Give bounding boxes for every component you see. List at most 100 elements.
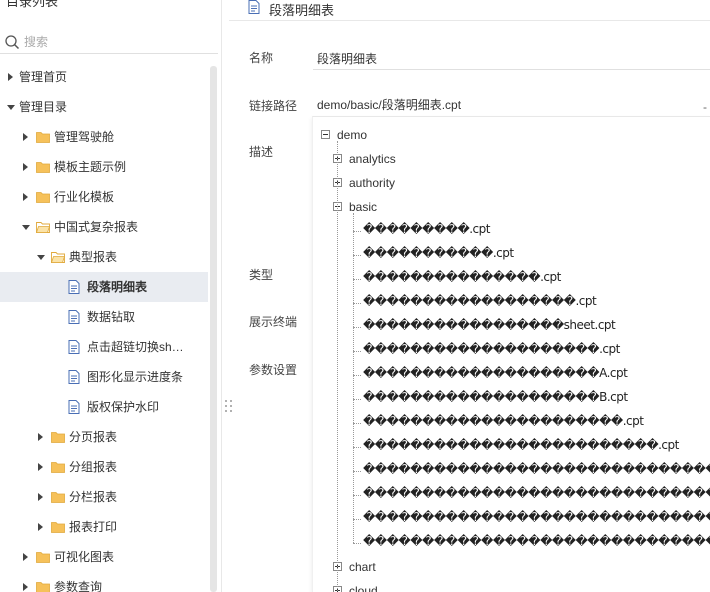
tree-item-label: 典型报表	[69, 250, 118, 264]
tree-item[interactable]: 段落明细表	[0, 272, 208, 302]
tree-item-label: 可视化图表	[54, 550, 115, 564]
folder-icon	[51, 462, 65, 473]
tree-item-label: 中国式复杂报表	[54, 220, 139, 234]
search-input[interactable]	[24, 32, 214, 52]
tree-node-file[interactable]: ��������������������A.cpt	[363, 366, 628, 380]
caret-right-icon[interactable]	[23, 163, 28, 171]
tree-item[interactable]: 点击超链切换sh…	[0, 332, 208, 362]
tree-node-folder[interactable]: chart	[349, 558, 376, 576]
tree-item[interactable]: 管理目录	[0, 92, 208, 122]
tree-connector-line	[353, 255, 361, 256]
tree-connector-line	[353, 423, 361, 424]
tree-item[interactable]: 分组报表	[0, 452, 208, 482]
tree-node-file[interactable]: ������������������������������	[363, 534, 710, 548]
main-header: 段落明细表	[229, 0, 710, 21]
tree-item[interactable]: 参数查询	[0, 572, 208, 592]
tree-connector-line	[353, 375, 361, 376]
tree-item[interactable]: 中国式复杂报表	[0, 212, 208, 242]
tree-node-file[interactable]: ���������������.cpt	[363, 270, 561, 284]
tree-item-label: 模板主题示例	[54, 160, 127, 174]
tree-item-label: 管理目录	[19, 100, 68, 114]
tree-connector-line	[353, 351, 361, 352]
tree-connector-line	[353, 303, 361, 304]
tree-item-label: 参数查询	[54, 580, 103, 592]
tree-item[interactable]: 行业化模板	[0, 182, 208, 212]
tree-item[interactable]: 管理驾驶舱	[0, 122, 208, 152]
caret-right-icon[interactable]	[38, 433, 43, 441]
tree-node-file[interactable]: �����������������sheet.cpt	[363, 318, 616, 332]
tree-item-label: 报表打印	[69, 520, 118, 534]
caret-right-icon[interactable]	[8, 73, 13, 81]
tree-node-file[interactable]: ����������������������.cpt	[363, 414, 644, 428]
tree-item[interactable]: 典型报表	[0, 242, 208, 272]
sidebar-header: 目录列表 ···	[0, 0, 221, 13]
tree-connector-line	[337, 141, 338, 592]
tree-node-file[interactable]: ������������������������������	[363, 510, 710, 524]
caret-right-icon[interactable]	[23, 583, 28, 591]
report-file-icon	[68, 400, 80, 414]
caret-right-icon[interactable]	[23, 553, 28, 561]
tree-item[interactable]: 报表打印	[0, 512, 208, 542]
parameter-label: 参数设置	[249, 363, 298, 377]
tree-item[interactable]: 分页报表	[0, 422, 208, 452]
tree-node-file[interactable]: �������������������������.cpt	[363, 438, 679, 452]
tree-item[interactable]: 管理首页	[0, 62, 208, 92]
search-box[interactable]	[0, 30, 218, 54]
tree-connector-line	[353, 231, 361, 232]
caret-down-icon[interactable]	[37, 255, 45, 260]
caret-right-icon[interactable]	[38, 493, 43, 501]
tree-node-file[interactable]: ��������������������.cpt	[363, 342, 620, 356]
tree-connector-line	[353, 519, 361, 520]
path-select[interactable]: demo/basic/段落明细表.cpt	[317, 96, 461, 113]
chevron-down-icon[interactable]: -	[703, 100, 707, 114]
tree-item-label: 管理驾驶舱	[54, 130, 115, 144]
tree-item[interactable]: 版权保护水印	[0, 392, 208, 422]
caret-right-icon[interactable]	[23, 133, 28, 141]
sidebar-scrollbar[interactable]	[210, 66, 217, 592]
caret-right-icon[interactable]	[38, 463, 43, 471]
path-label: 链接路径	[249, 99, 298, 113]
tree-item[interactable]: 分栏报表	[0, 482, 208, 512]
tree-node-file[interactable]: ��������������������B.cpt	[363, 390, 628, 404]
caret-down-icon[interactable]	[7, 105, 15, 110]
report-file-icon	[68, 280, 80, 294]
tree-node-folder[interactable]: authority	[349, 174, 395, 192]
tree-item-label: 行业化模板	[54, 190, 115, 204]
tree-node-file[interactable]: ������������������������������	[363, 486, 710, 500]
tree-connector-line	[353, 447, 361, 448]
tree-node-demo[interactable]: demo	[337, 126, 367, 144]
report-file-icon	[68, 370, 80, 384]
tree-node-file[interactable]: ������������������������������	[363, 462, 710, 476]
caret-right-icon[interactable]	[23, 193, 28, 201]
tree-node-folder[interactable]: analytics	[349, 150, 396, 168]
tree-node-folder[interactable]: cloud	[349, 582, 378, 592]
tree-item-label: 图形化显示进度条	[87, 370, 184, 384]
folder-icon	[36, 132, 50, 143]
terminal-label: 展示终端	[249, 315, 298, 329]
tree-item-label: 分页报表	[69, 430, 118, 444]
tree-item[interactable]: 图形化显示进度条	[0, 362, 208, 392]
tree-node-file[interactable]: �����������.cpt	[363, 246, 514, 260]
collapse-minus-icon[interactable]	[321, 130, 330, 139]
sidebar: 目录列表 ··· 管理首页管理目录管理驾驶舱模板主题示例行业化模板中国式复杂报表…	[0, 0, 222, 592]
tree-item[interactable]: 模板主题示例	[0, 152, 208, 182]
tree-node-file[interactable]: ���������.cpt	[363, 222, 490, 236]
tree-node-file[interactable]: ������������������.cpt	[363, 294, 597, 308]
name-field[interactable]: 段落明细表	[317, 50, 377, 67]
tree-connector-line	[353, 213, 354, 543]
sidebar-title: 目录列表	[6, 0, 59, 9]
folder-icon	[36, 582, 50, 592]
tree-connector-line	[353, 543, 361, 544]
caret-right-icon[interactable]	[38, 523, 43, 531]
tree-item-label: 数据钻取	[87, 310, 136, 324]
folder-icon	[36, 552, 50, 563]
tree-item[interactable]: 数据钻取	[0, 302, 208, 332]
folder-icon	[36, 192, 50, 203]
tree-item[interactable]: 可视化图表	[0, 542, 208, 572]
more-options-button[interactable]: ···	[209, 0, 220, 4]
type-label: 类型	[249, 268, 274, 282]
caret-down-icon[interactable]	[22, 225, 30, 230]
tree-item-label: 版权保护水印	[87, 400, 160, 414]
tree-connector-line	[353, 279, 361, 280]
page-title: 段落明细表	[269, 3, 335, 18]
